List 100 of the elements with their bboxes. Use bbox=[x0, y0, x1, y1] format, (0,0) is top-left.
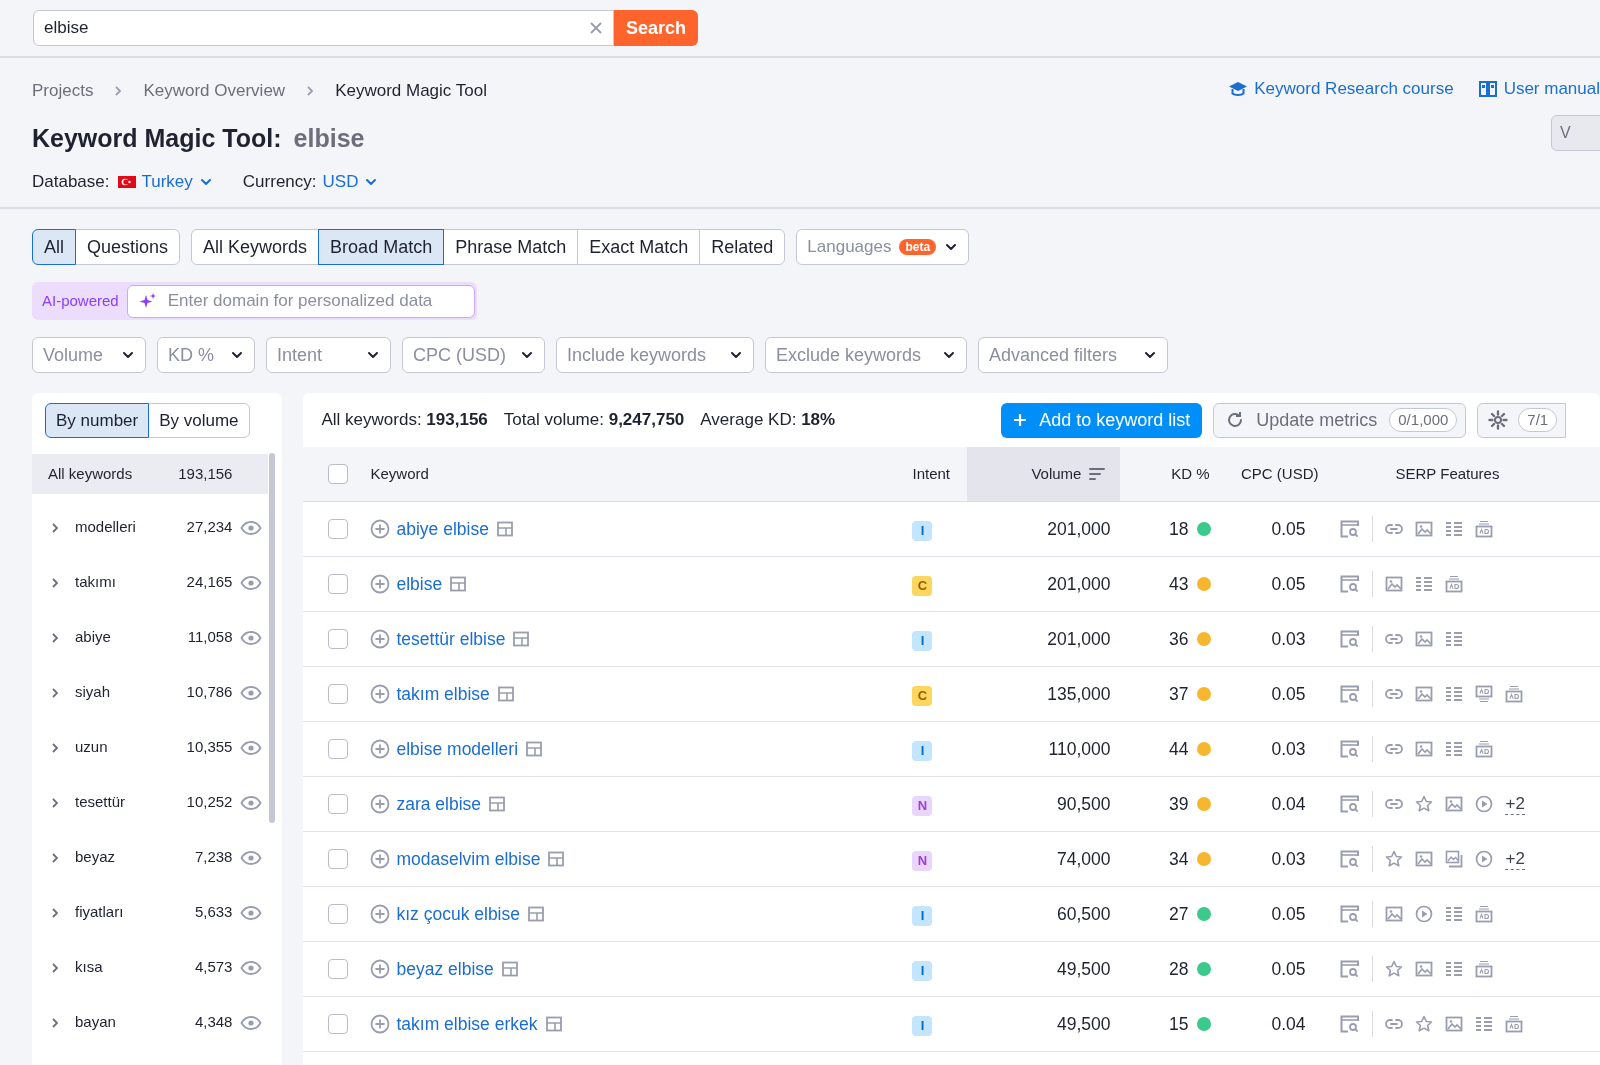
image-icon[interactable] bbox=[1415, 850, 1434, 868]
star-icon[interactable] bbox=[1385, 850, 1404, 868]
add-icon[interactable] bbox=[370, 959, 391, 979]
add-icon[interactable] bbox=[370, 684, 391, 704]
database-dropdown[interactable]: Turkey bbox=[117, 169, 213, 195]
image-icon[interactable] bbox=[1445, 795, 1464, 813]
eye-icon[interactable] bbox=[240, 794, 263, 811]
add-icon[interactable] bbox=[370, 794, 391, 814]
domain-field[interactable]: Enter domain for personalized data bbox=[126, 284, 475, 318]
column-header[interactable]: CPC (USD) bbox=[1215, 447, 1321, 501]
breadcrumb-link[interactable]: Keyword Magic Tool bbox=[335, 78, 487, 104]
keyword-link[interactable]: takım elbise bbox=[396, 680, 490, 708]
serp-search-icon[interactable] bbox=[1340, 960, 1361, 978]
image-icon[interactable] bbox=[1415, 740, 1434, 758]
serp-search-icon[interactable] bbox=[1340, 740, 1361, 758]
image-icon[interactable] bbox=[1415, 630, 1434, 648]
serp-search-icon[interactable] bbox=[1340, 795, 1361, 813]
serp-snapshot-icon[interactable] bbox=[528, 906, 544, 922]
keyword-link[interactable]: modaselvim elbise bbox=[396, 845, 541, 873]
keyword-link[interactable]: elbise modelleri bbox=[396, 735, 519, 763]
column-header[interactable]: Volume bbox=[967, 447, 1121, 501]
list-icon[interactable] bbox=[1445, 630, 1464, 648]
breadcrumb-link[interactable]: Projects bbox=[32, 78, 94, 104]
serp-search-icon[interactable] bbox=[1340, 1015, 1361, 1033]
serp-snapshot-icon[interactable] bbox=[496, 521, 513, 537]
manual-link[interactable]: User manual bbox=[1477, 76, 1600, 102]
list-icon[interactable] bbox=[1445, 740, 1464, 758]
play-icon[interactable] bbox=[1475, 795, 1494, 813]
add-icon[interactable] bbox=[370, 519, 391, 539]
keyword-link[interactable]: tesettür elbise bbox=[396, 625, 506, 653]
eye-icon[interactable] bbox=[240, 739, 263, 756]
row-checkbox[interactable] bbox=[328, 519, 349, 539]
column-header[interactable]: Keyword bbox=[370, 447, 896, 501]
ad-icon[interactable] bbox=[1505, 685, 1524, 703]
keyword-link[interactable]: beyaz elbise bbox=[396, 955, 494, 983]
group-row[interactable]: All keywords 193,156 bbox=[32, 454, 269, 494]
list-icon[interactable] bbox=[1475, 1015, 1494, 1033]
view-button[interactable]: V bbox=[1551, 115, 1600, 151]
eye-icon[interactable] bbox=[240, 519, 263, 536]
eye-icon[interactable] bbox=[240, 684, 263, 701]
eye-icon[interactable] bbox=[240, 959, 263, 976]
image-icon[interactable] bbox=[1385, 575, 1404, 593]
more-features-link[interactable]: +2 bbox=[1505, 848, 1525, 870]
image-icon[interactable] bbox=[1445, 1015, 1464, 1033]
filter-tab[interactable]: Broad Match bbox=[318, 229, 445, 265]
ad-icon[interactable] bbox=[1475, 520, 1494, 538]
ad-icon[interactable] bbox=[1475, 905, 1494, 923]
row-checkbox[interactable] bbox=[328, 629, 349, 649]
list-icon[interactable] bbox=[1445, 905, 1464, 923]
keyword-link[interactable]: abiye elbise bbox=[396, 515, 489, 543]
add-icon[interactable] bbox=[370, 739, 391, 759]
clear-icon[interactable] bbox=[589, 21, 603, 35]
play-icon[interactable] bbox=[1475, 850, 1494, 868]
currency-dropdown[interactable]: USD bbox=[322, 169, 379, 195]
row-checkbox[interactable] bbox=[328, 794, 349, 814]
group-toggle[interactable]: By volume bbox=[148, 403, 250, 438]
serp-snapshot-icon[interactable] bbox=[526, 741, 543, 757]
column-header[interactable]: KD % bbox=[1120, 447, 1216, 501]
serp-snapshot-icon[interactable] bbox=[545, 1016, 562, 1032]
image-icon[interactable] bbox=[1415, 960, 1434, 978]
ad-icon[interactable] bbox=[1475, 685, 1494, 703]
ad-icon[interactable] bbox=[1475, 960, 1494, 978]
keyword-link[interactable]: takım elbise erkek bbox=[396, 1010, 538, 1038]
row-checkbox[interactable] bbox=[328, 849, 349, 869]
update-metrics-button[interactable]: Update metrics 0/1,000 bbox=[1213, 402, 1467, 438]
ad-icon[interactable] bbox=[1475, 740, 1494, 758]
search-field[interactable]: elbise bbox=[33, 10, 614, 46]
filter-tab[interactable]: Phrase Match bbox=[443, 229, 579, 265]
row-checkbox[interactable] bbox=[328, 739, 349, 759]
image-icon[interactable] bbox=[1415, 520, 1434, 538]
play-icon[interactable] bbox=[1415, 905, 1434, 923]
serp-search-icon[interactable] bbox=[1340, 905, 1361, 923]
list-icon[interactable] bbox=[1445, 960, 1464, 978]
star-icon[interactable] bbox=[1415, 1015, 1434, 1033]
image-icon[interactable] bbox=[1385, 905, 1404, 923]
ad-icon[interactable] bbox=[1445, 575, 1464, 593]
group-toggle[interactable]: By number bbox=[45, 403, 150, 438]
keyword-link[interactable]: elbise bbox=[396, 570, 443, 598]
keyword-link[interactable]: kız çocuk elbise bbox=[396, 900, 520, 928]
eye-icon[interactable] bbox=[240, 849, 263, 866]
settings-button[interactable]: 7/1 bbox=[1477, 402, 1567, 438]
serp-snapshot-icon[interactable] bbox=[513, 631, 530, 647]
select-all-checkbox[interactable] bbox=[328, 464, 349, 484]
list-icon[interactable] bbox=[1445, 685, 1464, 703]
row-checkbox[interactable] bbox=[328, 904, 349, 924]
list-icon[interactable] bbox=[1415, 575, 1434, 593]
add-icon[interactable] bbox=[370, 849, 391, 869]
row-checkbox[interactable] bbox=[328, 574, 349, 594]
row-checkbox[interactable] bbox=[328, 1014, 349, 1034]
serp-search-icon[interactable] bbox=[1340, 685, 1361, 703]
add-icon[interactable] bbox=[370, 629, 391, 649]
filter-tab[interactable]: All Keywords bbox=[191, 229, 320, 265]
list-icon[interactable] bbox=[1445, 520, 1464, 538]
more-features-link[interactable]: +2 bbox=[1505, 793, 1525, 815]
row-checkbox[interactable] bbox=[328, 684, 349, 704]
column-header[interactable]: Intent bbox=[895, 447, 968, 501]
column-header[interactable]: SERP Features bbox=[1320, 447, 1600, 501]
star-icon[interactable] bbox=[1385, 960, 1404, 978]
filter-tab[interactable]: All bbox=[32, 229, 76, 265]
serp-search-icon[interactable] bbox=[1340, 520, 1361, 538]
